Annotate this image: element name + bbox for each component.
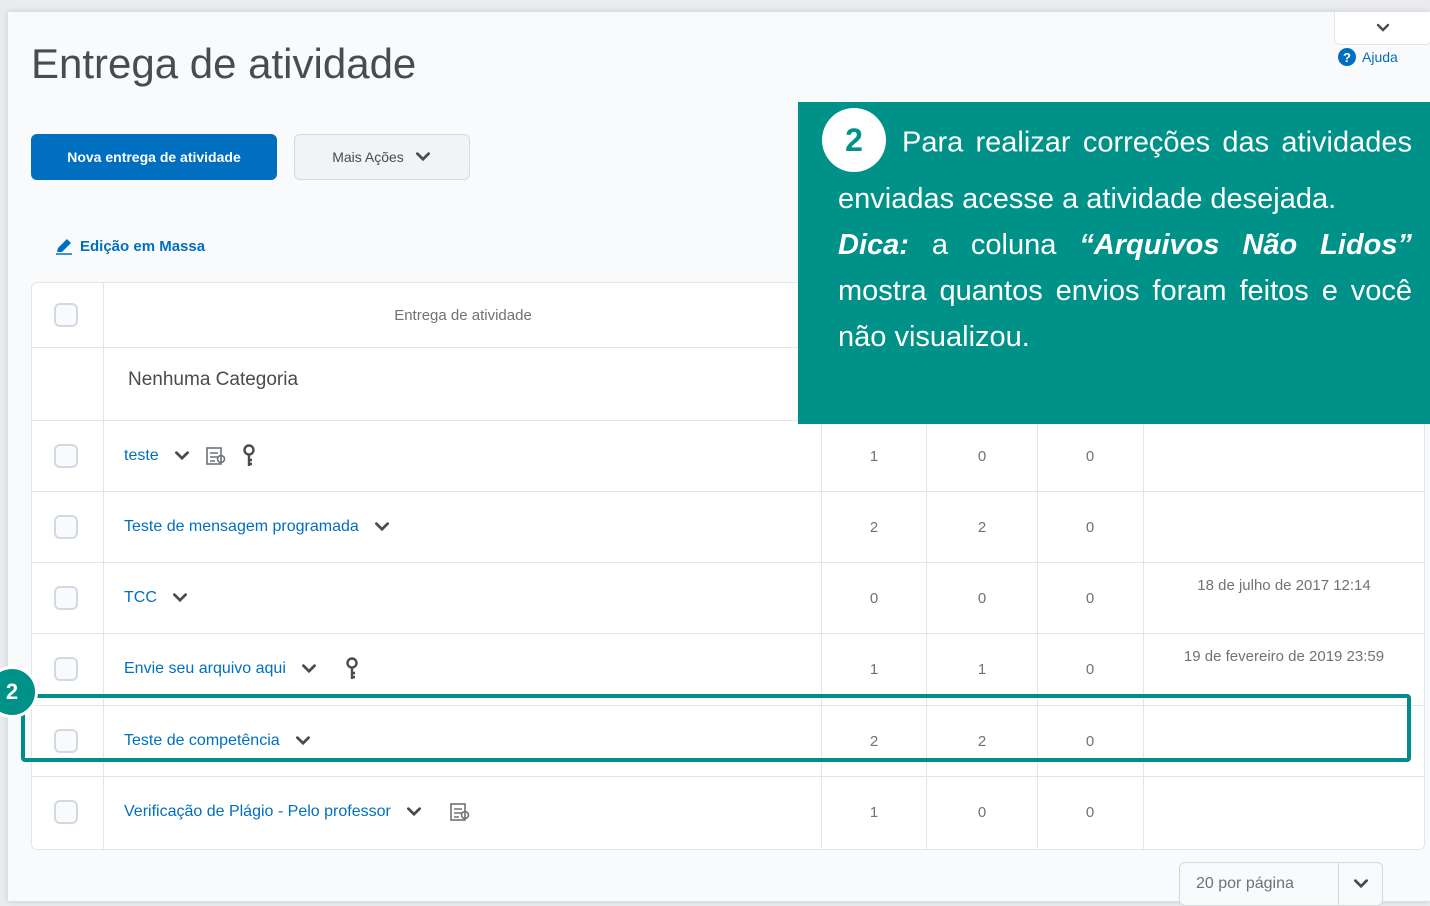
cell-value: 2: [977, 518, 987, 536]
cell-value: 0: [869, 589, 879, 607]
help-label: Ajuda: [1362, 49, 1398, 65]
table-row: Verificação de Plágio - Pelo professor 1…: [32, 777, 1424, 847]
cell-value: 0: [977, 447, 987, 465]
select-all-checkbox[interactable]: [54, 303, 78, 327]
callout-tip-label: Dica:: [838, 229, 909, 261]
category-label: Nenhuma Categoria: [128, 369, 299, 390]
divider: [1338, 863, 1339, 905]
chevron-down-icon: [415, 152, 430, 162]
callout-tip-end: mostra quantos envios foram feitos e voc…: [838, 275, 1412, 353]
cell-value: 0: [1085, 803, 1095, 821]
table-row: Teste de mensagem programada 2 2 0: [32, 492, 1424, 562]
row-link[interactable]: Teste de mensagem programada: [124, 518, 359, 536]
cell-value: 0: [977, 589, 987, 607]
row-checkbox[interactable]: [54, 586, 78, 610]
callout-step-badge: 2: [822, 108, 886, 172]
chevron-down-icon[interactable]: [373, 518, 391, 536]
cell-value: 1: [869, 803, 879, 821]
page-title: Entrega de atividade: [31, 40, 417, 87]
cell-value: 0: [1085, 447, 1095, 465]
callout-line1: Para realizar correções das atividades e…: [838, 126, 1412, 215]
help-link[interactable]: ? Ajuda: [1338, 48, 1398, 66]
column-header-name[interactable]: Entrega de atividade: [104, 283, 822, 347]
pencil-icon: [56, 239, 72, 255]
row-link[interactable]: teste: [124, 447, 159, 465]
cell-value: 1: [869, 447, 879, 465]
highlight-box: [21, 694, 1411, 762]
more-actions-button[interactable]: Mais Ações: [294, 134, 470, 180]
per-page-label: 20 por página: [1196, 875, 1294, 892]
due-date: 18 de julho de 2017 12:14: [1197, 577, 1371, 594]
tutorial-callout: 2 Para realizar correções das atividades …: [798, 102, 1430, 424]
due-date: 19 de fevereiro de 2019 23:59: [1183, 648, 1385, 665]
row-link[interactable]: Envie seu arquivo aqui: [124, 660, 286, 678]
chevron-down-icon: [1376, 23, 1390, 32]
callout-tip-column: “Arquivos Não Lidos”: [1079, 229, 1412, 261]
row-link[interactable]: TCC: [124, 589, 157, 607]
table-row: teste 1 0 0: [32, 421, 1424, 491]
cell-value: 0: [977, 803, 987, 821]
chevron-down-icon: [1354, 879, 1368, 889]
cell-value: 0: [1085, 518, 1095, 536]
table-row: TCC 0 0 0 18 de julho de 2017 12:14: [32, 563, 1424, 633]
key-icon: [346, 657, 358, 679]
key-icon: [242, 444, 255, 466]
row-checkbox[interactable]: [54, 657, 78, 681]
chevron-down-icon[interactable]: [300, 660, 318, 678]
help-icon: ?: [1338, 48, 1356, 66]
row-checkbox[interactable]: [54, 444, 78, 468]
plagiarism-icon: [450, 803, 470, 821]
plagiarism-icon: [205, 447, 225, 465]
cell-value: 2: [869, 518, 879, 536]
callout-tip-mid: a coluna: [908, 229, 1080, 261]
callout-text: 2 Para realizar correções das atividades …: [822, 108, 1412, 360]
mass-edit-link[interactable]: Edição em Massa: [54, 236, 205, 256]
top-dropdown[interactable]: [1334, 12, 1430, 45]
new-submission-button[interactable]: Nova entrega de atividade: [31, 134, 277, 180]
mass-edit-label: Edição em Massa: [80, 237, 206, 255]
cell-value: 0: [1085, 589, 1095, 607]
chevron-down-icon[interactable]: [171, 589, 189, 607]
chevron-down-icon[interactable]: [173, 447, 191, 465]
row-checkbox[interactable]: [54, 800, 78, 824]
per-page-select[interactable]: 20 por página: [1179, 862, 1383, 906]
more-actions-label: Mais Ações: [332, 149, 404, 165]
chevron-down-icon[interactable]: [405, 803, 423, 821]
row-checkbox[interactable]: [54, 515, 78, 539]
row-link[interactable]: Verificação de Plágio - Pelo professor: [124, 803, 391, 821]
